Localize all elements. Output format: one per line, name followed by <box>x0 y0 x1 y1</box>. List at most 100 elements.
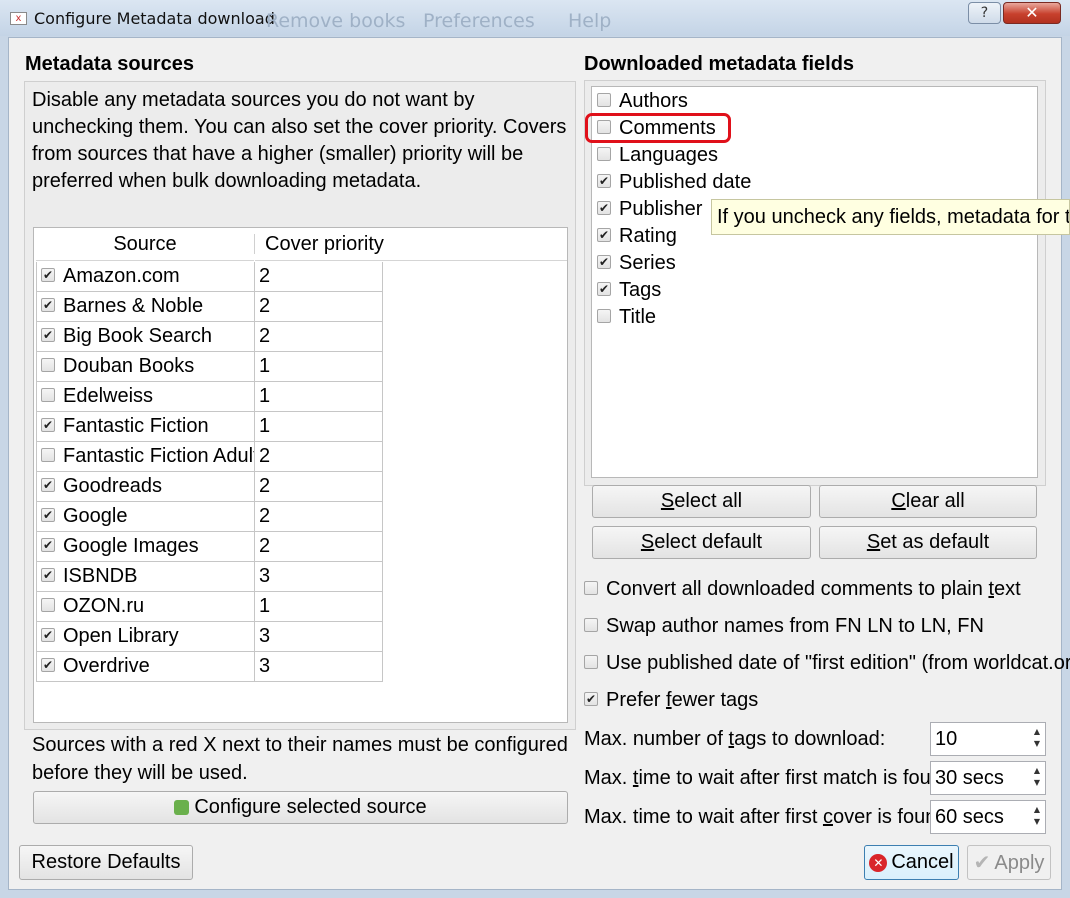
field-item[interactable]: Authors <box>597 88 688 115</box>
option-checkbox[interactable]: Swap author names from FN LN to LN, FN <box>584 612 984 640</box>
option-checkbox[interactable]: ✔ Prefer fewer tags <box>584 686 758 714</box>
checkbox-checked[interactable]: ✔ <box>41 327 55 342</box>
source-cover-priority[interactable]: 2 <box>254 472 383 502</box>
source-row-name[interactable]: OZON.ru <box>36 592 255 622</box>
checkbox-checked[interactable]: ✔ <box>41 297 55 312</box>
source-cover-priority[interactable]: 1 <box>254 382 383 412</box>
source-name: Fantastic Fiction <box>63 415 209 437</box>
source-row-name[interactable]: ✔ Overdrive <box>36 652 255 682</box>
field-item[interactable]: ✔ Tags <box>597 277 661 304</box>
spinbox[interactable]: 30 secs ▲ ▼ <box>930 761 1046 795</box>
field-label: Series <box>619 252 676 274</box>
column-header-cover-priority[interactable]: Cover priority <box>255 228 567 261</box>
select-default-button[interactable]: Select default <box>592 526 811 559</box>
source-row-name[interactable]: Edelweiss <box>36 382 255 412</box>
puzzle-piece-icon <box>174 800 190 815</box>
source-cover-priority[interactable]: 2 <box>254 532 383 562</box>
source-row-name[interactable]: ✔ Big Book Search <box>36 322 255 352</box>
checkbox-checked[interactable]: ✔ <box>41 507 55 522</box>
source-cover-priority[interactable]: 2 <box>254 322 383 352</box>
fields-group-title: Downloaded metadata fields <box>584 53 855 75</box>
configure-source-button[interactable]: Configure selected source <box>33 791 568 824</box>
checkbox-checked[interactable]: ✔ <box>597 173 611 188</box>
source-name: Open Library <box>63 625 179 647</box>
checkbox-checked[interactable]: ✔ <box>41 537 55 552</box>
source-name: Big Book Search <box>63 325 212 347</box>
field-item[interactable]: ✔ Rating <box>597 223 677 250</box>
source-cover-priority[interactable]: 2 <box>254 502 383 532</box>
checkbox-unchecked[interactable] <box>597 92 611 107</box>
checkbox-unchecked[interactable] <box>41 597 55 612</box>
checkbox-unchecked[interactable] <box>597 308 611 323</box>
field-item[interactable]: ✔ Publisher <box>597 196 702 223</box>
spin-arrows-icon[interactable]: ▲ ▼ <box>1032 804 1042 828</box>
source-row-name[interactable]: ✔ Google Images <box>36 532 255 562</box>
background-menu-remove-books: Remove books <box>266 10 406 32</box>
field-item[interactable]: Languages <box>597 142 718 169</box>
checkbox-checked[interactable]: ✔ <box>597 281 611 296</box>
checkbox-unchecked[interactable] <box>41 447 55 462</box>
field-label: Publisher <box>619 198 703 220</box>
source-row-name[interactable]: ✔ Goodreads <box>36 472 255 502</box>
source-cover-priority[interactable]: 3 <box>254 652 383 682</box>
restore-defaults-button[interactable]: Restore Defaults <box>19 845 193 880</box>
apply-button[interactable]: ✔ Apply <box>967 845 1051 880</box>
source-name: Edelweiss <box>63 385 154 407</box>
checkbox-unchecked[interactable] <box>584 580 598 595</box>
checkbox-checked[interactable]: ✔ <box>41 267 55 282</box>
source-cover-priority[interactable]: 1 <box>254 412 383 442</box>
spinner-label: Max. time to wait after first match is f… <box>584 761 959 795</box>
source-name: Google Images <box>63 535 199 557</box>
source-row-name[interactable]: ✔ Barnes & Noble <box>36 292 255 322</box>
source-cover-priority[interactable]: 2 <box>254 262 383 292</box>
spinbox[interactable]: 60 secs ▲ ▼ <box>930 800 1046 834</box>
spin-arrows-icon[interactable]: ▲ ▼ <box>1032 765 1042 789</box>
checkbox-unchecked[interactable] <box>41 387 55 402</box>
source-cover-priority[interactable]: 3 <box>254 562 383 592</box>
source-cover-priority[interactable]: 2 <box>254 442 383 472</box>
option-checkbox[interactable]: Convert all downloaded comments to plain… <box>584 575 1021 603</box>
checkbox-checked[interactable]: ✔ <box>41 657 55 672</box>
app-icon: x <box>10 12 27 25</box>
checkbox-checked[interactable]: ✔ <box>41 477 55 492</box>
source-row-name[interactable]: ✔ ISBNDB <box>36 562 255 592</box>
checkbox-checked[interactable]: ✔ <box>41 417 55 432</box>
spin-arrows-icon[interactable]: ▲ ▼ <box>1032 726 1042 750</box>
source-row-name[interactable]: ✔ Amazon.com <box>36 262 255 292</box>
sources-group-title: Metadata sources <box>25 53 194 75</box>
checkbox-unchecked[interactable] <box>584 617 598 632</box>
source-row-name[interactable]: Fantastic Fiction Adults <box>36 442 255 472</box>
close-button[interactable]: ✕ <box>1003 2 1061 24</box>
source-name: Overdrive <box>63 655 150 677</box>
checkbox-unchecked[interactable] <box>41 357 55 372</box>
checkbox-unchecked[interactable] <box>584 654 598 669</box>
checkbox-checked[interactable]: ✔ <box>597 200 611 215</box>
select-all-button[interactable]: Select all <box>592 485 811 518</box>
set-as-default-button[interactable]: Set as default <box>819 526 1037 559</box>
spinbox[interactable]: 10 ▲ ▼ <box>930 722 1046 756</box>
label-text: Max. time to wait after first <box>584 806 823 828</box>
field-item[interactable]: ✔ Series <box>597 250 676 277</box>
source-cover-priority[interactable]: 1 <box>254 592 383 622</box>
checkbox-checked[interactable]: ✔ <box>597 254 611 269</box>
source-row-name[interactable]: ✔ Fantastic Fiction <box>36 412 255 442</box>
option-checkbox[interactable]: Use published date of "first edition" (f… <box>584 649 1070 677</box>
checkbox-checked[interactable]: ✔ <box>584 691 598 706</box>
source-cover-priority[interactable]: 2 <box>254 292 383 322</box>
source-row-name[interactable]: Douban Books <box>36 352 255 382</box>
checkbox-checked[interactable]: ✔ <box>41 627 55 642</box>
checkbox-unchecked[interactable] <box>597 146 611 161</box>
spinner-label: Max. time to wait after first cover is f… <box>584 800 953 834</box>
checkbox-checked[interactable]: ✔ <box>597 227 611 242</box>
source-row-name[interactable]: ✔ Google <box>36 502 255 532</box>
field-item[interactable]: Title <box>597 304 656 331</box>
cancel-button[interactable]: ✕ Cancel <box>864 845 959 880</box>
clear-all-button[interactable]: Clear all <box>819 485 1037 518</box>
checkbox-checked[interactable]: ✔ <box>41 567 55 582</box>
help-button[interactable]: ? <box>968 2 1001 24</box>
column-header-source[interactable]: Source <box>36 228 254 261</box>
source-cover-priority[interactable]: 3 <box>254 622 383 652</box>
source-cover-priority[interactable]: 1 <box>254 352 383 382</box>
field-item[interactable]: ✔ Published date <box>597 169 751 196</box>
source-row-name[interactable]: ✔ Open Library <box>36 622 255 652</box>
